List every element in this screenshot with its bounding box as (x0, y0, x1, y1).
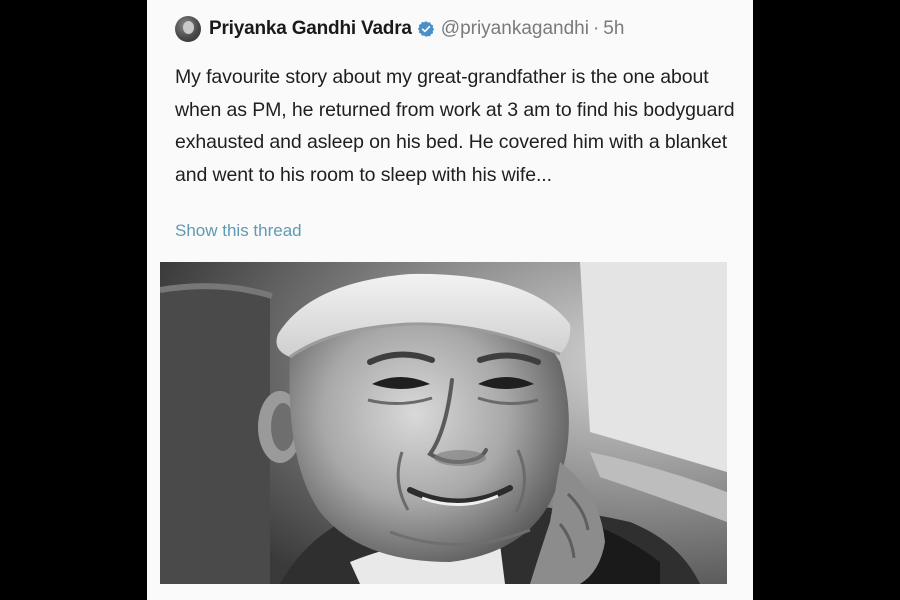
avatar[interactable] (175, 16, 201, 42)
show-thread-link[interactable]: Show this thread (175, 221, 302, 241)
tweet-card[interactable]: Priyanka Gandhi Vadra @priyankagandhi · … (147, 0, 753, 600)
tweet-text: My favourite story about my great-grandf… (175, 66, 735, 186)
verified-badge-icon (417, 21, 434, 37)
author-handle[interactable]: @priyankagandhi (441, 18, 589, 40)
portrait-image (160, 262, 727, 584)
screenshot-frame: Priyanka Gandhi Vadra @priyankagandhi · … (0, 0, 900, 600)
tweet-timestamp[interactable]: 5h (603, 18, 624, 40)
separator-dot: · (592, 18, 600, 39)
tweet-header: Priyanka Gandhi Vadra @priyankagandhi · … (175, 14, 624, 44)
tweet-photo[interactable] (160, 262, 727, 584)
author-name[interactable]: Priyanka Gandhi Vadra (209, 18, 412, 40)
